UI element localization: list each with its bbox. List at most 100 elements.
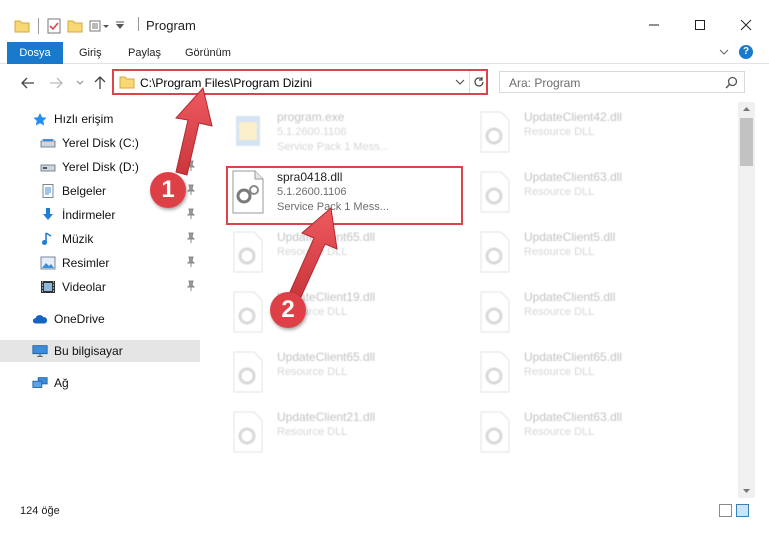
drive-icon xyxy=(40,139,56,148)
sidebar-item-onedrive[interactable]: OneDrive xyxy=(0,308,200,330)
maximize-button[interactable] xyxy=(677,10,723,40)
forward-button[interactable] xyxy=(48,75,64,91)
address-path[interactable]: C:\Program Files\Program Dizini xyxy=(140,76,312,90)
file-name: UpdateClient5.dll xyxy=(524,290,616,304)
ribbon-tabs: Dosya Giriş Paylaş Görünüm ? xyxy=(0,42,769,98)
file-description: Resource DLL xyxy=(277,366,348,378)
file-description: Resource DLL xyxy=(524,306,595,318)
item-count: 124 öğe xyxy=(20,505,60,517)
dll-file-icon xyxy=(233,291,263,333)
tab-share[interactable]: Paylaş xyxy=(128,42,161,64)
pin-icon[interactable] xyxy=(186,280,196,292)
drive-icon xyxy=(40,164,56,172)
maximize-icon xyxy=(695,20,705,30)
sidebar-item-this-pc[interactable]: Bu bilgisayar xyxy=(0,340,200,362)
scroll-up-icon[interactable] xyxy=(742,106,751,112)
quick-access-toolbar xyxy=(14,14,125,38)
sidebar-item-network[interactable]: Ağ xyxy=(0,372,200,394)
help-icon[interactable]: ? xyxy=(739,45,753,59)
chevron-down-icon[interactable] xyxy=(454,76,466,88)
search-input[interactable]: Ara: Program xyxy=(509,76,580,90)
file-item[interactable]: UpdateClient65.dll Resource DLL xyxy=(477,346,717,402)
file-item[interactable]: UpdateClient65.dll Resource DLL xyxy=(230,226,470,282)
dropdown-arrow-icon[interactable] xyxy=(115,21,125,31)
sidebar-item-label: Yerel Disk (D:) xyxy=(62,160,139,174)
pin-icon[interactable] xyxy=(186,160,196,172)
dll-file-icon xyxy=(233,411,263,453)
view-toggle xyxy=(719,504,749,517)
minimize-button[interactable] xyxy=(631,10,677,40)
tiles-view-button[interactable] xyxy=(736,504,749,517)
properties-icon[interactable] xyxy=(47,18,61,34)
file-description: Resource DLL xyxy=(524,426,595,438)
pin-icon[interactable] xyxy=(186,184,196,196)
up-button[interactable] xyxy=(92,75,108,91)
search-box[interactable]: Ara: Program xyxy=(499,71,745,93)
file-version: 5.1.2600.1106 xyxy=(277,126,347,138)
file-item[interactable]: UpdateClient63.dll Resource DLL xyxy=(477,166,717,222)
pin-icon[interactable] xyxy=(186,232,196,244)
expand-ribbon-icon[interactable] xyxy=(719,47,729,57)
file-item[interactable]: UpdateClient65.dll Resource DLL xyxy=(230,346,470,402)
sidebar-item-local-disk-c[interactable]: Yerel Disk (C:) xyxy=(0,132,200,154)
dll-file-icon xyxy=(480,171,510,213)
minimize-icon xyxy=(649,24,659,26)
callout-2: 2 xyxy=(270,292,306,328)
tab-home[interactable]: Giriş xyxy=(79,42,102,64)
file-item[interactable]: program.exe 5.1.2600.1106 Service Pack 1… xyxy=(230,106,470,162)
dll-file-icon xyxy=(233,231,263,273)
address-bar[interactable]: C:\Program Files\Program Dizini xyxy=(112,69,488,95)
status-bar: 124 öğe xyxy=(0,500,769,522)
folder-icon[interactable] xyxy=(14,19,30,33)
file-description: Resource DLL xyxy=(524,186,595,198)
cloud-icon xyxy=(32,315,48,324)
sidebar-item-quick-access[interactable]: Hızlı erişim xyxy=(0,108,200,130)
file-description: Resource DLL xyxy=(277,426,348,438)
navigation-pane: Hızlı erişim Yerel Disk (C:) Yerel Disk … xyxy=(0,104,204,500)
close-icon xyxy=(740,19,752,31)
tab-view[interactable]: Görünüm xyxy=(185,42,231,64)
scrollbar-thumb[interactable] xyxy=(740,118,753,166)
network-icon xyxy=(32,377,48,388)
customize-toolbar-icon[interactable] xyxy=(89,19,109,33)
scroll-down-icon[interactable] xyxy=(742,488,751,494)
file-item[interactable]: UpdateClient21.dll Resource DLL xyxy=(230,406,470,462)
file-name: program.exe xyxy=(277,110,345,124)
file-item[interactable]: UpdateClient19.dll Resource DLL xyxy=(230,286,470,342)
dll-file-icon xyxy=(480,351,510,393)
file-item[interactable]: UpdateClient42.dll Resource DLL xyxy=(477,106,717,162)
sidebar-item-label: İndirmeler xyxy=(62,208,116,222)
file-item[interactable]: UpdateClient5.dll Resource DLL xyxy=(477,286,717,342)
dll-file-icon xyxy=(480,411,510,453)
sidebar-item-label: Ağ xyxy=(54,376,69,390)
details-view-button[interactable] xyxy=(719,504,732,517)
sidebar-item-music[interactable]: Müzik xyxy=(0,228,200,250)
pin-icon[interactable] xyxy=(186,256,196,268)
vertical-scrollbar[interactable] xyxy=(738,102,755,498)
new-folder-icon[interactable] xyxy=(67,19,83,33)
computer-icon xyxy=(32,345,48,357)
back-button[interactable] xyxy=(20,75,36,91)
chevron-down-icon xyxy=(76,80,84,85)
pin-icon[interactable] xyxy=(186,136,196,148)
file-item[interactable]: UpdateClient63.dll Resource DLL xyxy=(477,406,717,462)
exe-file-icon xyxy=(236,116,260,146)
refresh-button[interactable] xyxy=(469,71,487,93)
file-item[interactable]: UpdateClient5.dll Resource DLL xyxy=(477,226,717,282)
file-name: UpdateClient65.dll xyxy=(277,230,376,244)
sidebar-item-label: Müzik xyxy=(62,232,94,246)
dll-file-icon xyxy=(480,111,510,153)
recent-locations-button[interactable] xyxy=(72,75,88,91)
sidebar-item-videos[interactable]: Videolar xyxy=(0,276,200,298)
file-name: UpdateClient65.dll xyxy=(524,350,623,364)
sidebar-item-label: Hızlı erişim xyxy=(54,112,114,126)
search-icon[interactable] xyxy=(725,76,738,89)
file-description: Resource DLL xyxy=(524,126,595,138)
sidebar-item-label: Resimler xyxy=(62,256,110,270)
file-description: Service Pack 1 Mess... xyxy=(277,141,389,153)
sidebar-item-pictures[interactable]: Resimler xyxy=(0,252,200,274)
toolbar-separator xyxy=(38,18,39,34)
dll-file-icon xyxy=(233,351,263,393)
pin-icon[interactable] xyxy=(186,208,196,220)
close-button[interactable] xyxy=(723,10,769,40)
